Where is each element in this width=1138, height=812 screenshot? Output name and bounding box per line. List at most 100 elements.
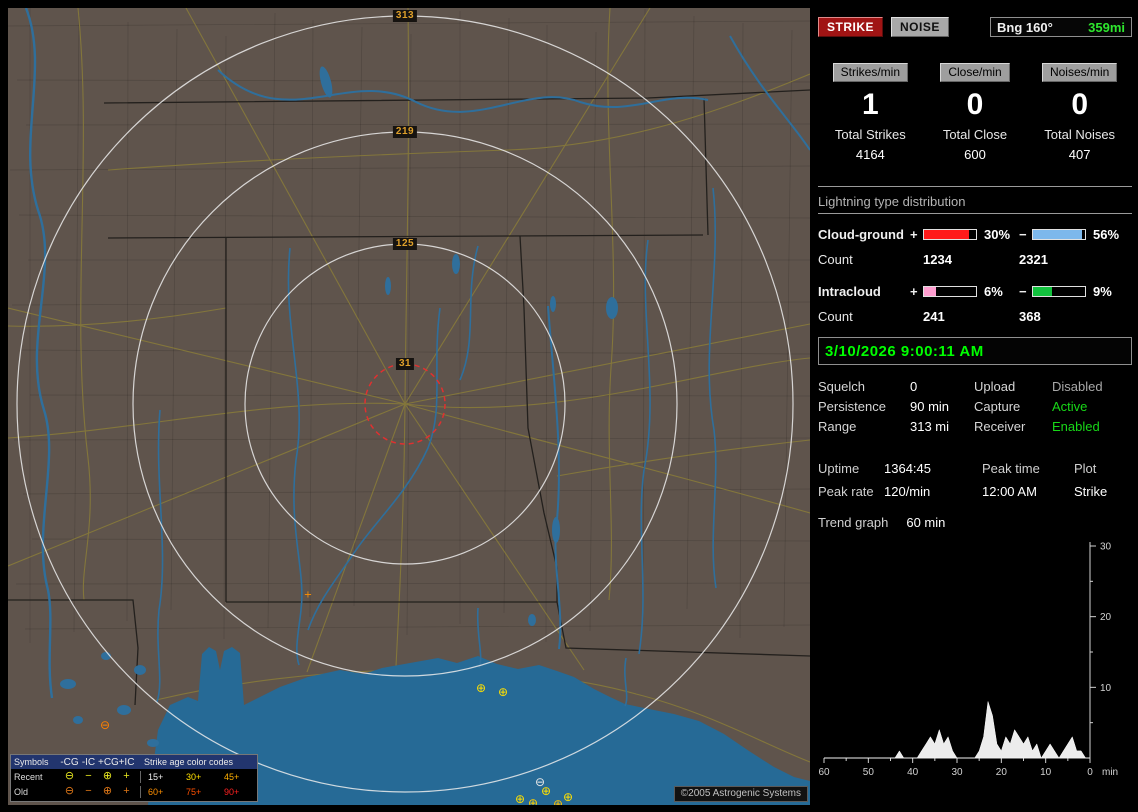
strike-symbol-glyph: ⊕ — [102, 770, 113, 782]
stat-column: Close/min 0 Total Close 600 — [923, 63, 1028, 162]
legend-row: Recent ⊖ − ⊕ +15+ 30+ 45+ — [11, 769, 257, 784]
age-code: 60+ — [148, 786, 164, 797]
legend-row-label: Old — [14, 786, 29, 797]
positive-percent: 30% — [984, 227, 1011, 242]
total-label: Total Close — [942, 127, 1008, 142]
setting-value: 313 mi — [910, 418, 950, 434]
positive-bar-fill — [924, 287, 937, 296]
stat-chip: Strikes/min — [832, 63, 908, 82]
uptime-label: Uptime — [818, 461, 860, 476]
settings-row: Range 313 mi Receiver Enabled — [818, 416, 1132, 436]
y-tick-label: 10 — [1100, 683, 1112, 694]
x-tick-label: 10 — [1040, 767, 1052, 778]
positive-bar-fill — [924, 230, 969, 239]
clock: 3/10/2026 9:00:11 AM — [818, 337, 1132, 365]
x-tick-label: 50 — [863, 767, 875, 778]
total-value: 600 — [964, 147, 986, 162]
negative-bar-fill — [1033, 230, 1082, 239]
stat-column: Noises/min 0 Total Noises 407 — [1027, 63, 1132, 162]
y-tick-label: 30 — [1100, 542, 1112, 553]
strike-symbol-glyph: + — [123, 770, 130, 782]
legend-col-header: +CG — [98, 756, 119, 768]
x-tick-label: 40 — [907, 767, 919, 778]
rate-value: 0 — [966, 88, 984, 121]
legend-symbols-label: Symbols — [14, 757, 49, 767]
age-code: 30+ — [186, 771, 202, 782]
minus-sign: − — [1019, 284, 1027, 299]
divider — [818, 186, 1132, 187]
plus-sign: + — [910, 227, 918, 242]
total-label: Total Noises — [1044, 127, 1116, 142]
lightning-map[interactable]: ⊕ ⊕ ⊖ + ⊖ ⊕ ⊕ ⊕ ⊕ ⊕ Symbols -CG -IC +CG +IC Strike age… — [8, 8, 810, 805]
strike-marker: ⊕ — [515, 792, 525, 805]
datetime-value: 3/10/2026 9:00:11 AM — [825, 342, 984, 360]
stat-column: Strikes/min 1 Total Strikes 4164 — [818, 63, 923, 162]
negative-bar — [1032, 286, 1086, 297]
total-label: Total Strikes — [834, 127, 906, 142]
legend-col-header: -IC — [81, 756, 96, 768]
legend-row-label: Recent — [14, 771, 43, 782]
x-unit-label: min — [1102, 767, 1118, 778]
age-code: 45+ — [224, 771, 240, 782]
positive-bar — [923, 286, 977, 297]
bearing-label: Bng 160° — [997, 19, 1053, 35]
y-tick-label: 20 — [1100, 612, 1112, 623]
minus-sign: − — [1019, 227, 1027, 242]
distribution-row: Cloud-ground +30% − 56% — [818, 227, 1132, 242]
strike-symbol-glyph: ⊖ — [64, 785, 75, 797]
stat-chip: Close/min — [940, 63, 1010, 82]
strike-symbol-glyph: − — [85, 770, 92, 782]
strike-symbol-glyph: + — [123, 785, 130, 797]
setting-value: 0 — [910, 378, 918, 394]
rate-value: 1 — [861, 88, 879, 121]
setting-label: Squelch — [818, 378, 865, 394]
setting-value: Active — [1052, 398, 1088, 414]
strike-marker: ⊕ — [476, 681, 486, 695]
distribution-type-label: Cloud-ground — [818, 227, 904, 242]
settings-grid: Squelch 0 Upload Disabled Persistence 90 min C… — [818, 376, 1132, 436]
trend-graph-label: Trend graph — [818, 514, 889, 530]
peak-time-label: Peak time — [982, 461, 1040, 476]
age-code: 75+ — [186, 786, 202, 797]
distribution-title: Lightning type distribution — [818, 194, 1132, 214]
strike-marker: ⊕ — [553, 797, 563, 805]
range-ring-label: 31 — [395, 358, 415, 370]
strike-marker: ⊕ — [563, 790, 573, 804]
app-root: ⊕ ⊕ ⊖ + ⊖ ⊕ ⊕ ⊕ ⊕ ⊕ Symbols -CG -IC +CG +IC Strike age… — [0, 0, 1138, 812]
legend-row: Old ⊖ − ⊕ +60+ 75+ 90+ — [11, 784, 257, 799]
trend-area-series — [824, 701, 1090, 759]
peak-rate-value: 120/min — [884, 484, 931, 499]
negative-count: 368 — [1019, 309, 1041, 324]
strike-symbol-glyph: ⊕ — [102, 785, 113, 797]
strike-symbol-glyph: − — [85, 785, 92, 797]
legend-col-header: -CG — [60, 756, 79, 768]
range-ring-label: 219 — [392, 126, 418, 138]
settings-row: Squelch 0 Upload Disabled — [818, 376, 1132, 396]
setting-label: Upload — [974, 378, 1016, 394]
plus-sign: + — [910, 284, 918, 299]
strike-toggle-button[interactable]: STRIKE — [818, 17, 884, 37]
count-row: Count 241 368 — [818, 309, 1132, 324]
setting-label: Range — [818, 418, 857, 434]
trend-graph-row: Trend graph 60 min — [818, 512, 1132, 532]
status-sidebar: STRIKE NOISE Bng 160° 359mi Strikes/min 1… — [818, 8, 1132, 805]
distribution-row: Intracloud +6% − 9% — [818, 284, 1132, 299]
strike-symbol-glyph: ⊖ — [64, 770, 75, 782]
strike-marker: ⊕ — [541, 784, 551, 798]
positive-bar — [923, 229, 977, 240]
rate-value: 0 — [1071, 88, 1088, 121]
noise-toggle-button[interactable]: NOISE — [891, 17, 949, 37]
bearing-readout: Bng 160° 359mi — [990, 17, 1132, 37]
map-legend: Symbols -CG -IC +CG +IC Strike age color code… — [10, 754, 258, 802]
negative-percent: 56% — [1093, 227, 1120, 242]
range-ring-label: 313 — [392, 10, 418, 22]
negative-percent: 9% — [1093, 284, 1112, 299]
negative-count: 2321 — [1019, 252, 1048, 267]
positive-count: 1234 — [923, 252, 952, 267]
bearing-range-value: 359mi — [1088, 19, 1125, 35]
legend-divider — [139, 770, 141, 783]
legend-header: Symbols -CG -IC +CG +IC Strike age color code… — [11, 755, 257, 769]
age-code: 15+ — [148, 771, 164, 782]
x-tick-label: 60 — [818, 767, 830, 778]
copyright-label: ©2005 Astrogenic Systems — [673, 786, 808, 802]
